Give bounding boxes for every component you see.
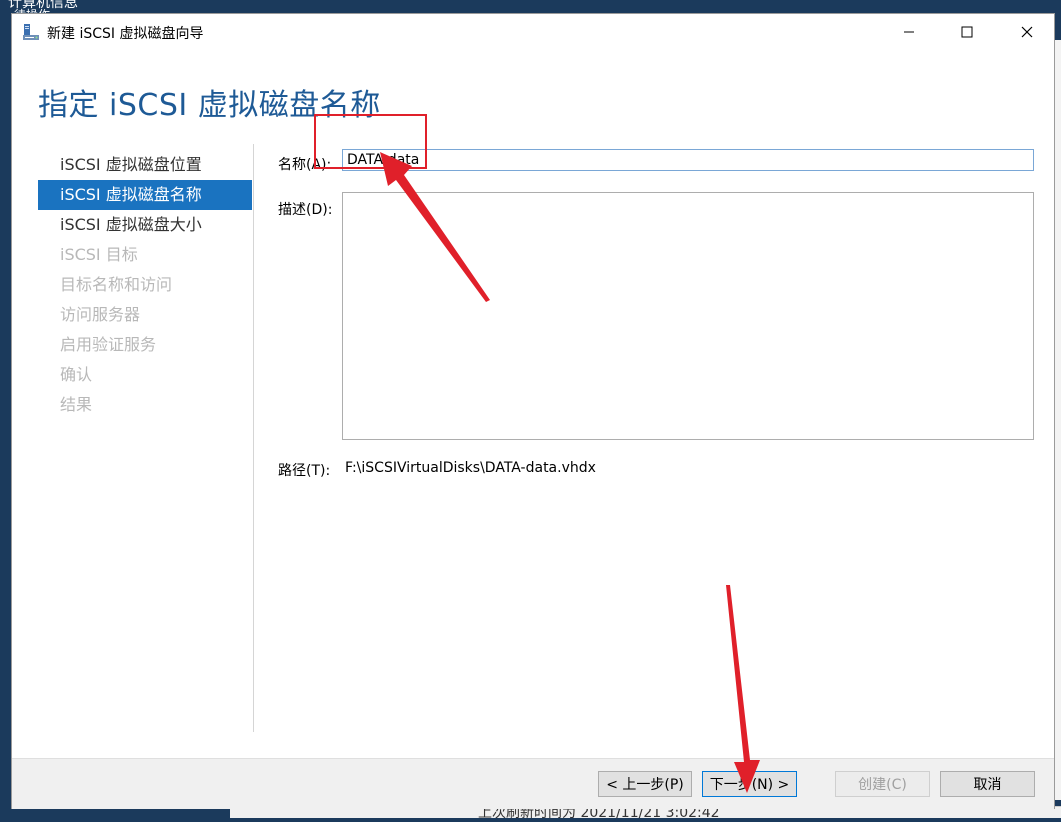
annotation-arrows [380, 152, 760, 793]
annotation-arrow-name [380, 152, 490, 302]
annotation-arrow-next [726, 585, 760, 793]
